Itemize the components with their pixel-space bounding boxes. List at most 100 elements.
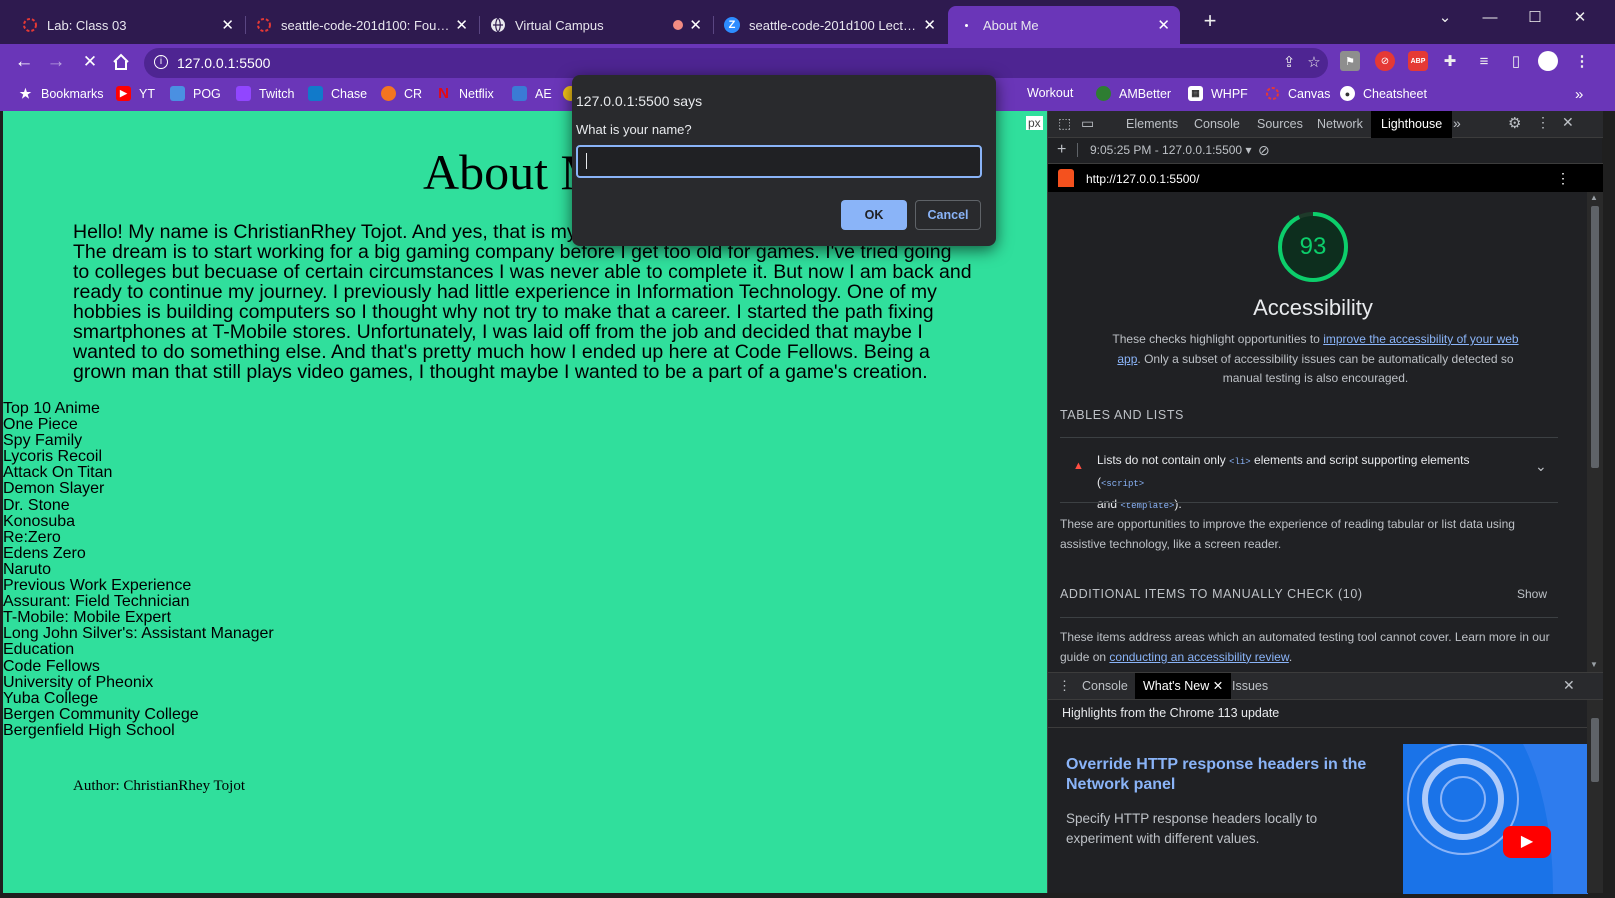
text-caret	[586, 153, 587, 169]
close-tab-icon[interactable]: ✕	[221, 16, 234, 34]
list-item: Bergen Community College	[3, 705, 199, 723]
ok-button[interactable]: OK	[841, 200, 907, 230]
tab-zoom-lecture[interactable]: Z seattle-code-201d100 Lecture - Z ✕	[714, 6, 946, 44]
bookmark-star-icon[interactable]: ☆	[1304, 52, 1324, 72]
bookmark-cr[interactable]: CR	[381, 86, 422, 101]
avatar[interactable]	[1538, 51, 1558, 71]
bookmark-ambetter[interactable]: AMBetter	[1096, 86, 1171, 101]
feature-title[interactable]: Override HTTP response headers in the Ne…	[1066, 755, 1386, 795]
tab-virtual-campus[interactable]: Virtual Campus ✕	[480, 6, 712, 44]
bookmark-whpf[interactable]: ▦ WHPF	[1188, 86, 1248, 101]
info-icon[interactable]: i	[154, 55, 168, 69]
more-bookmarks-icon[interactable]: »	[1575, 86, 1583, 103]
drawer-tab-issues[interactable]: Issues	[1226, 673, 1274, 699]
zoom-icon: Z	[724, 17, 740, 33]
report-selector[interactable]: 9:05:25 PM - 127.0.0.1:5500 ▾	[1090, 143, 1251, 157]
extension-icon[interactable]: ⊘	[1375, 51, 1395, 71]
report-menu-icon[interactable]: ⋮	[1556, 170, 1570, 187]
whats-new-panel: Highlights from the Chrome 113 update Ov…	[1048, 700, 1603, 894]
clear-icon[interactable]: ⊘	[1258, 142, 1270, 159]
close-tab-icon[interactable]: ✕	[455, 16, 468, 34]
dialog-message: What is your name?	[576, 122, 692, 137]
inspect-icon[interactable]: ⬚	[1058, 115, 1071, 132]
bookmark-bookmarks[interactable]: ★ Bookmarks	[18, 86, 104, 101]
new-tab-icon[interactable]: +	[1190, 8, 1230, 33]
loading-icon	[958, 17, 974, 33]
name-input[interactable]	[576, 145, 982, 178]
bookmark-twitch[interactable]: Twitch	[236, 86, 294, 101]
tab-elements[interactable]: Elements	[1120, 111, 1184, 138]
close-tab-icon[interactable]: ✕	[689, 16, 702, 34]
close-tab-icon[interactable]: ✕	[1157, 16, 1170, 34]
crunchyroll-icon	[381, 86, 396, 101]
list-item: One Piece	[3, 416, 78, 434]
expand-chevron-icon[interactable]: ⌄	[1535, 458, 1547, 475]
adblock-icon[interactable]: ABP	[1408, 51, 1428, 71]
extensions-puzzle-icon[interactable]: ✚	[1440, 51, 1460, 71]
tab-lab-class-03[interactable]: Lab: Class 03 ✕	[12, 6, 244, 44]
close-icon[interactable]: ✕	[1213, 679, 1223, 693]
manual-check-description: These items address areas which an autom…	[1060, 630, 1550, 664]
stop-icon[interactable]: ✕	[79, 51, 101, 73]
maximize-icon[interactable]: ☐	[1515, 6, 1555, 28]
bookmark-cheatsheet[interactable]: ● Cheatsheet	[1340, 86, 1427, 101]
settings-icon[interactable]: ⚙	[1508, 114, 1521, 132]
close-drawer-icon[interactable]: ✕	[1563, 677, 1575, 694]
tab-network[interactable]: Network	[1311, 111, 1369, 138]
more-tabs-icon[interactable]: »	[1453, 115, 1461, 131]
home-icon[interactable]	[110, 51, 132, 73]
extension-icon[interactable]: ⚑	[1340, 51, 1360, 71]
feature-video-thumbnail[interactable]: ▶	[1403, 744, 1588, 894]
tab-sources[interactable]: Sources	[1251, 111, 1309, 138]
share-icon[interactable]: ⇪	[1279, 52, 1299, 72]
menu-icon[interactable]: ⋮	[1572, 51, 1592, 71]
bookmark-chase[interactable]: Chase	[308, 86, 367, 101]
drawer-scrollbar[interactable]	[1587, 700, 1603, 893]
youtube-play-icon[interactable]: ▶	[1503, 826, 1551, 858]
drawer-tab-console[interactable]: Console	[1076, 673, 1134, 699]
address-bar[interactable]: i 127.0.0.1:5500 ⇪ ☆	[144, 48, 1328, 78]
devtools-panel: px ⬚ ▭ Elements Console Sources Network …	[1026, 111, 1603, 894]
bookmark-pog[interactable]: POG	[170, 86, 221, 101]
url-text[interactable]: 127.0.0.1:5500	[177, 55, 270, 71]
close-tab-icon[interactable]: ✕	[923, 16, 936, 34]
close-devtools-icon[interactable]: ✕	[1562, 114, 1574, 131]
bookmark-yt[interactable]: ▶ YT	[116, 86, 155, 101]
back-icon[interactable]: ←	[13, 51, 35, 73]
minimize-icon[interactable]: —	[1470, 6, 1510, 28]
forward-icon[interactable]: →	[45, 51, 67, 73]
report-scrollbar[interactable]: ▲ ▼	[1587, 192, 1603, 672]
list-item: Top 10 Anime	[3, 400, 100, 417]
show-button[interactable]: Show	[1517, 587, 1547, 601]
list-item: Naruto	[3, 560, 52, 578]
cancel-button[interactable]: Cancel	[915, 200, 981, 230]
drawer-tab-whats-new[interactable]: What's New ✕	[1135, 673, 1232, 699]
lighthouse-toolbar: + 9:05:25 PM - 127.0.0.1:5500 ▾ ⊘	[1048, 138, 1603, 164]
accessibility-review-link[interactable]: conducting an accessibility review	[1109, 650, 1288, 664]
close-window-icon[interactable]: ✕	[1560, 6, 1600, 28]
tab-seattle-foundations[interactable]: seattle-code-201d100: Foundatio ✕	[246, 6, 478, 44]
chrome-graphic	[1407, 744, 1588, 894]
list-item: Demon Slayer	[3, 480, 105, 498]
tab-search-icon[interactable]: ⌄	[1425, 6, 1465, 28]
bookmark-canvas[interactable]: Canvas	[1265, 86, 1330, 101]
bookmark-ae[interactable]: AE	[512, 86, 552, 101]
bookmark-netflix[interactable]: N Netflix	[436, 85, 494, 102]
side-panel-icon[interactable]: ▯	[1506, 51, 1526, 71]
tab-title: seattle-code-201d100: Foundatio	[281, 17, 449, 33]
scroll-thumb[interactable]	[1591, 206, 1599, 468]
devtools-tab-bar: px ⬚ ▭ Elements Console Sources Network …	[1026, 111, 1603, 138]
kebab-menu-icon[interactable]: ⋮	[1536, 114, 1550, 131]
bookmark-workout[interactable]: Workout	[1027, 86, 1073, 100]
tab-console[interactable]: Console	[1188, 111, 1246, 138]
tab-about-me[interactable]: About Me ✕	[948, 6, 1180, 44]
report-url-bar: http://127.0.0.1:5500/ ⋮	[1048, 164, 1603, 192]
media-icon[interactable]: ≡	[1474, 51, 1494, 71]
list-item: Bergenfield High School	[3, 721, 175, 739]
device-toggle-icon[interactable]: ▭	[1081, 115, 1094, 132]
tab-lighthouse[interactable]: Lighthouse	[1371, 111, 1453, 138]
new-report-icon[interactable]: +	[1057, 141, 1066, 159]
audit-list-item[interactable]: ▲ Lists do not contain only <li> element…	[1060, 446, 1558, 511]
list-item: Re:Zero	[3, 528, 61, 546]
drawer-menu-icon[interactable]: ⋮	[1058, 678, 1071, 694]
